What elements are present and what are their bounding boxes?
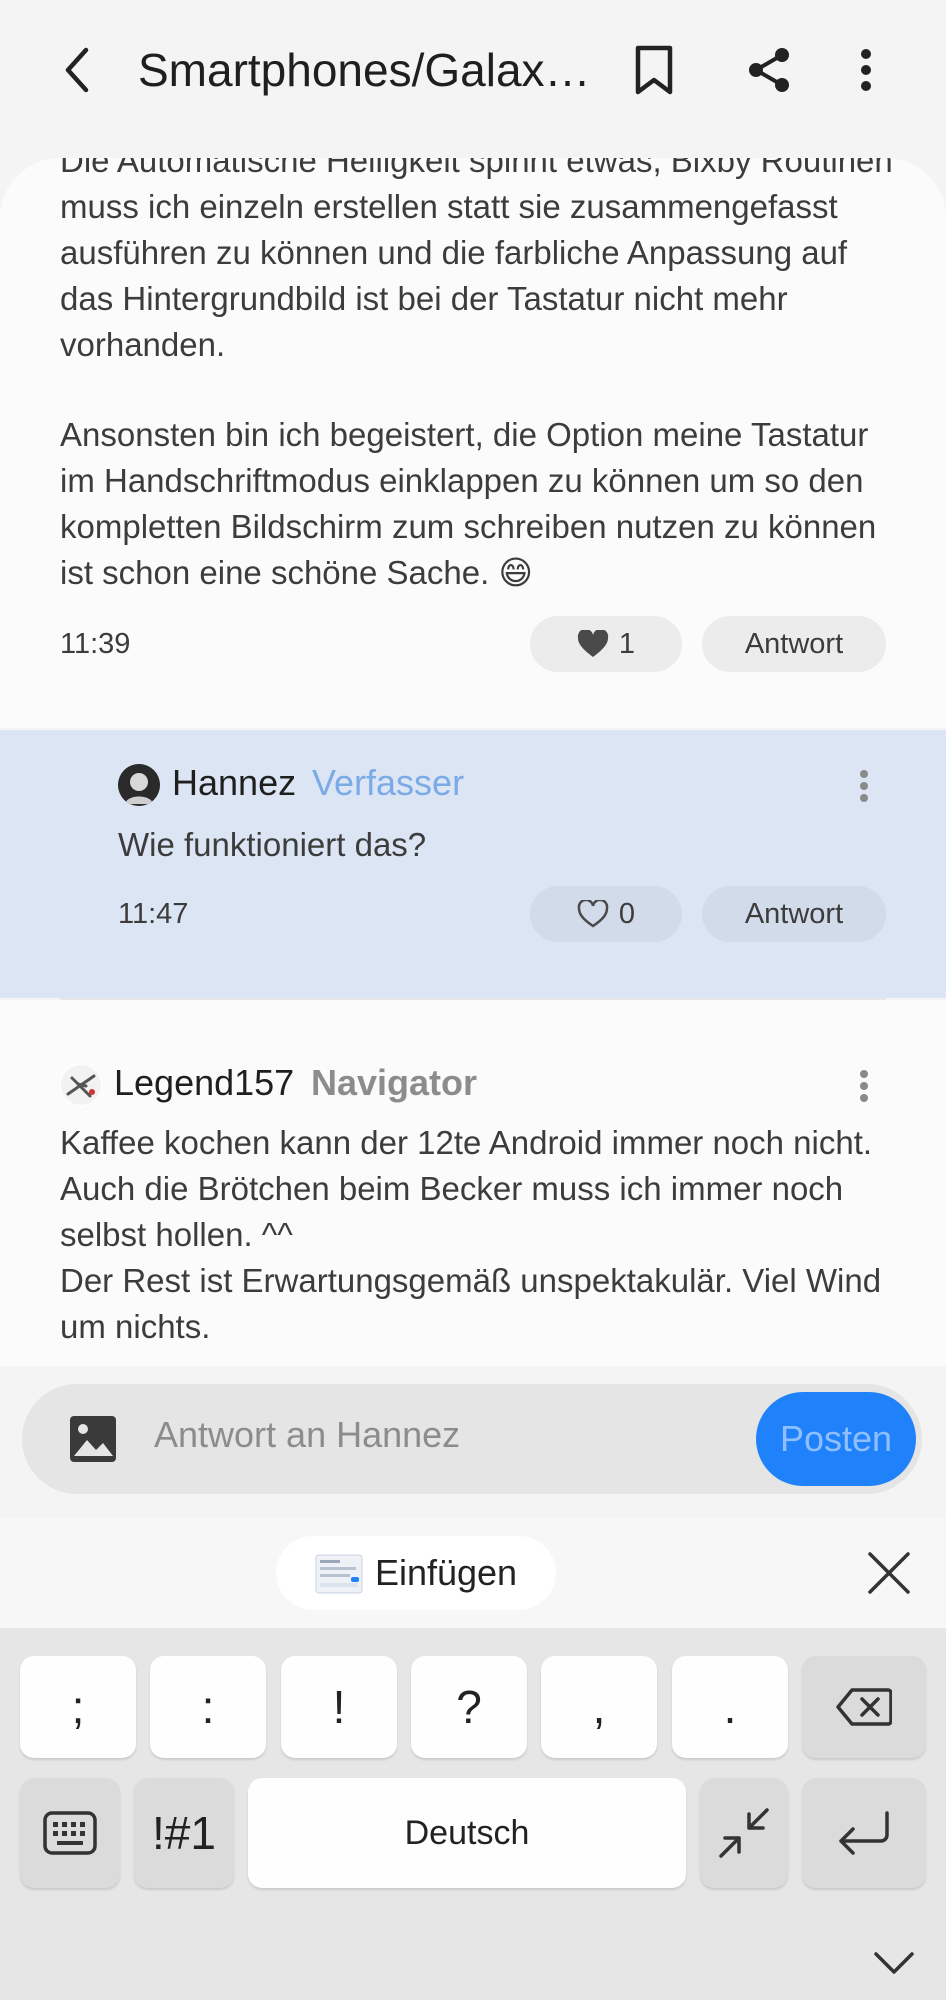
symbols-key[interactable]: !#1 (134, 1778, 234, 1888)
reply-like-count: 0 (618, 897, 636, 930)
chevron-down-icon (874, 1952, 914, 1974)
reply-text: Wie funktioniert das? (118, 826, 427, 863)
backspace-key[interactable] (802, 1656, 926, 1758)
close-icon (868, 1552, 910, 1594)
back-button[interactable] (44, 36, 112, 104)
more-vert-icon (860, 770, 868, 802)
enter-icon (839, 1811, 889, 1855)
share-button[interactable] (736, 36, 804, 104)
post-card: Die Automatische Helligkeit spinnt etwas… (0, 158, 946, 728)
key-comma[interactable]: , (541, 1656, 657, 1758)
share-icon (749, 48, 789, 92)
author-badge: Verfasser (312, 762, 465, 803)
backspace-icon (836, 1688, 892, 1726)
more-vert-icon (860, 1070, 868, 1102)
more-vert-icon (861, 49, 871, 91)
key-question[interactable]: ? (411, 1656, 527, 1758)
comment-author[interactable]: Legend157 (114, 1062, 294, 1104)
heart-icon (577, 900, 609, 928)
hide-keyboard-button[interactable] (872, 1950, 916, 1981)
collapse-keyboard-key[interactable] (700, 1778, 788, 1888)
back-arrow-icon (65, 47, 89, 93)
page-title: Smartphones/Galax… (138, 44, 591, 96)
image-icon (70, 1416, 116, 1462)
avatar (118, 764, 160, 806)
post-like-button[interactable]: 1 (530, 616, 682, 672)
keyboard-settings-key[interactable] (20, 1778, 120, 1888)
post-paragraph-2: Ansonsten bin ich begeistert, die Option… (60, 416, 877, 591)
reply-more-button[interactable] (844, 756, 884, 816)
reply-input-placeholder[interactable]: Antwort an Hannez (154, 1414, 460, 1456)
keyboard-icon (43, 1811, 97, 1855)
clipboard-thumbnail-icon (315, 1554, 363, 1594)
post-timestamp: 11:39 (60, 628, 131, 660)
avatar (60, 1064, 102, 1106)
enter-key[interactable] (802, 1778, 926, 1888)
comment-more-button[interactable] (844, 1056, 884, 1116)
attach-image-button[interactable] (68, 1414, 118, 1469)
close-clipboard-button[interactable] (864, 1548, 914, 1603)
reply-reply-button[interactable]: Antwort (702, 886, 886, 942)
heart-icon (577, 630, 609, 657)
comment-text: Kaffee kochen kann der 12te Android imme… (60, 1124, 882, 1345)
comment-item: Legend157 Navigator Kaffee kochen kann d… (0, 1000, 946, 1368)
more-options-button[interactable] (832, 36, 900, 104)
key-colon[interactable]: : (150, 1656, 266, 1758)
post-paragraph-1: Die Automatische Helligkeit spinnt etwas… (60, 158, 893, 363)
post-button[interactable]: Posten (756, 1392, 916, 1486)
post-reply-button[interactable]: Antwort (702, 616, 886, 672)
collapse-icon (719, 1808, 769, 1858)
reply-item: Hannez Verfasser Wie funktioniert das? 1… (0, 730, 946, 998)
reply-timestamp: 11:47 (118, 898, 189, 930)
post-like-count: 1 (618, 627, 636, 660)
reply-author[interactable]: Hannez (172, 762, 296, 804)
space-key[interactable]: Deutsch (248, 1778, 686, 1888)
reply-like-button[interactable]: 0 (530, 886, 682, 942)
bookmark-button[interactable] (620, 36, 688, 104)
key-exclamation[interactable]: ! (281, 1656, 397, 1758)
key-period[interactable]: . (672, 1656, 788, 1758)
rank-badge: Navigator (311, 1062, 478, 1103)
paste-label: Einfügen (374, 1552, 518, 1593)
bookmark-icon (635, 45, 673, 95)
key-semicolon[interactable]: ; (20, 1656, 136, 1758)
paste-suggestion[interactable]: Einfügen (276, 1536, 556, 1610)
